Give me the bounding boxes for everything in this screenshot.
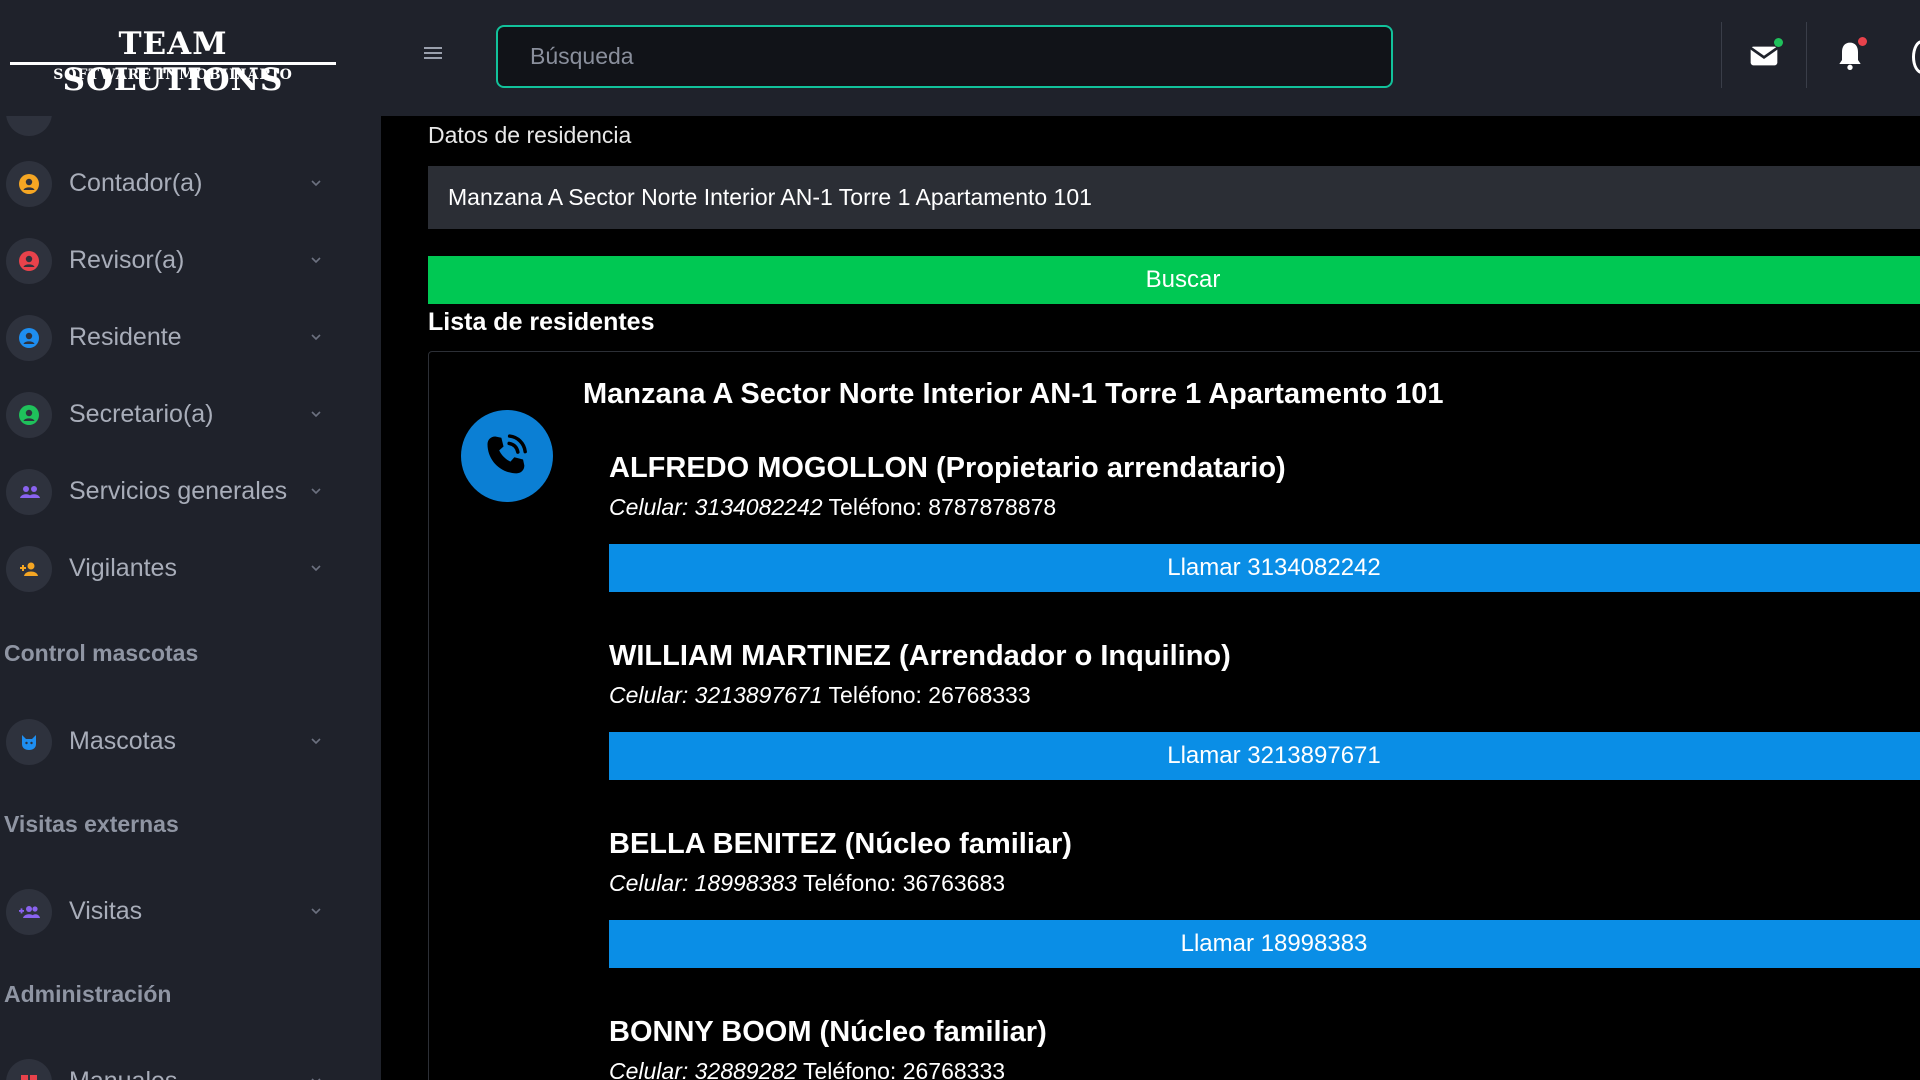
- sidebar-item-partial[interactable]: [6, 116, 52, 136]
- resident-contact: Celular: 3213897671 Teléfono: 26768333: [609, 682, 1920, 718]
- residence-card: Manzana A Sector Norte Interior AN-1 Tor…: [428, 351, 1920, 1080]
- cat-icon: [6, 719, 52, 765]
- residents-list-title: Lista de residentes: [428, 308, 655, 336]
- user-plus-icon: [6, 546, 52, 592]
- chevron-down-icon: [311, 908, 321, 915]
- call-button[interactable]: Llamar 3134082242: [609, 544, 1920, 592]
- resident-phone: Teléfono: 8787878878: [828, 494, 1057, 520]
- mail-icon[interactable]: [1744, 36, 1784, 76]
- call-button[interactable]: Llamar 3213897671: [609, 732, 1920, 780]
- users-icon: [6, 469, 52, 515]
- brand-logo[interactable]: TEAM SOLUTIONS SOFTWARE INMOBILIARIO: [6, 26, 340, 98]
- user-icon: [6, 392, 52, 438]
- chevron-down-icon: [311, 488, 321, 495]
- sidebar-item-vigilantes[interactable]: Vigilantes: [0, 538, 340, 600]
- resident-entry: BELLA BENITEZ (Núcleo familiar) Celular:…: [609, 828, 1920, 968]
- sidebar-item-revisor[interactable]: Revisor(a): [0, 230, 340, 292]
- sidebar-item-manuales[interactable]: Manuales: [0, 1051, 340, 1080]
- sidebar-item-label: Mascotas: [69, 727, 176, 755]
- resident-mobile: Celular: 3213897671: [609, 682, 823, 708]
- search-button[interactable]: Buscar: [428, 256, 1920, 304]
- top-divider: [1806, 22, 1807, 88]
- resident-contact: Celular: 3134082242 Teléfono: 8787878878: [609, 494, 1920, 530]
- resident-phone: Teléfono: 26768333: [828, 682, 1031, 708]
- brand-divider: [10, 62, 336, 65]
- residence-label: Datos de residencia: [428, 122, 632, 148]
- phone-call-icon: [461, 410, 553, 502]
- sidebar-item-residente[interactable]: Residente: [0, 307, 340, 369]
- call-button[interactable]: Llamar 18998383: [609, 920, 1920, 968]
- resident-entry: BONNY BOOM (Núcleo familiar) Celular: 32…: [609, 1016, 1920, 1080]
- sidebar-item-servicios-generales[interactable]: Servicios generales: [0, 461, 340, 523]
- resident-entry: ALFREDO MOGOLLON (Propietario arrendatar…: [609, 452, 1920, 592]
- chevron-down-icon: [311, 180, 321, 187]
- resident-contact: Celular: 32889282 Teléfono: 26768333: [609, 1058, 1920, 1080]
- sidebar-item-label: Visitas: [69, 897, 143, 925]
- sidebar-item-mascotas[interactable]: Mascotas: [0, 711, 340, 773]
- chevron-down-icon: [311, 334, 321, 341]
- resident-phone: Teléfono: 36763683: [802, 870, 1006, 896]
- section-heading-visitas-externas: Visitas externas: [4, 811, 179, 837]
- section-heading-control-mascotas: Control mascotas: [4, 640, 199, 666]
- mail-status-dot: [1774, 38, 1783, 47]
- card-title: Manzana A Sector Norte Interior AN-1 Tor…: [583, 378, 1444, 410]
- residence-field[interactable]: [428, 166, 1920, 229]
- resident-name: BONNY BOOM (Núcleo familiar): [609, 1016, 1047, 1048]
- top-bar: TEAM SOLUTIONS SOFTWARE INMOBILIARIO: [0, 0, 1920, 116]
- search-input[interactable]: [496, 25, 1393, 88]
- user-icon: [6, 315, 52, 361]
- chevron-down-icon: [311, 738, 321, 745]
- chevron-down-icon: [311, 411, 321, 418]
- resident-mobile: Celular: 3134082242: [609, 494, 823, 520]
- brand-tagline: SOFTWARE INMOBILIARIO: [53, 67, 293, 83]
- sidebar-item-visitas[interactable]: Visitas: [0, 881, 340, 943]
- chevron-down-icon: [311, 257, 321, 264]
- book-icon: [6, 1059, 52, 1080]
- user-icon: [6, 161, 52, 207]
- resident-mobile: Celular: 32889282: [609, 1058, 797, 1080]
- sidebar-item-contador[interactable]: Contador(a): [0, 153, 340, 215]
- resident-phone: Teléfono: 26768333: [802, 1058, 1006, 1080]
- notification-dot: [1858, 37, 1867, 46]
- resident-name: BELLA BENITEZ (Núcleo familiar): [609, 828, 1072, 860]
- sidebar: Contador(a) Revisor(a) Residente Secreta…: [0, 116, 381, 1080]
- resident-contact: Celular: 18998383 Teléfono: 36763683: [609, 870, 1920, 906]
- section-heading-administracion: Administración: [4, 981, 172, 1007]
- main-content: Datos de residencia Buscar Lista de resi…: [381, 116, 1920, 1080]
- sidebar-item-label: Servicios generales: [69, 477, 288, 505]
- chevron-down-icon: [311, 565, 321, 572]
- users-add-icon: [6, 889, 52, 935]
- sidebar-item-secretario[interactable]: Secretario(a): [0, 384, 340, 446]
- app: TEAM SOLUTIONS SOFTWARE INMOBILIARIO Bús…: [0, 0, 1920, 1080]
- resident-entry: WILLIAM MARTINEZ (Arrendador o Inquilino…: [609, 640, 1920, 780]
- hamburger-menu-icon[interactable]: [424, 44, 450, 66]
- resident-name: WILLIAM MARTINEZ (Arrendador o Inquilino…: [609, 640, 1231, 672]
- sidebar-item-label: Secretario(a): [69, 400, 214, 428]
- bell-icon[interactable]: [1830, 36, 1870, 76]
- sidebar-item-label: Vigilantes: [69, 554, 177, 582]
- user-avatar[interactable]: [1912, 40, 1920, 74]
- resident-mobile: Celular: 18998383: [609, 870, 797, 896]
- sidebar-item-label: Residente: [69, 323, 182, 351]
- chevron-down-icon: [311, 1078, 321, 1080]
- top-divider: [1721, 22, 1722, 88]
- sidebar-item-label: Manuales: [69, 1067, 177, 1080]
- sidebar-item-label: Revisor(a): [69, 246, 185, 274]
- resident-name: ALFREDO MOGOLLON (Propietario arrendatar…: [609, 452, 1286, 484]
- user-icon: [6, 238, 52, 284]
- sidebar-item-label: Contador(a): [69, 169, 203, 197]
